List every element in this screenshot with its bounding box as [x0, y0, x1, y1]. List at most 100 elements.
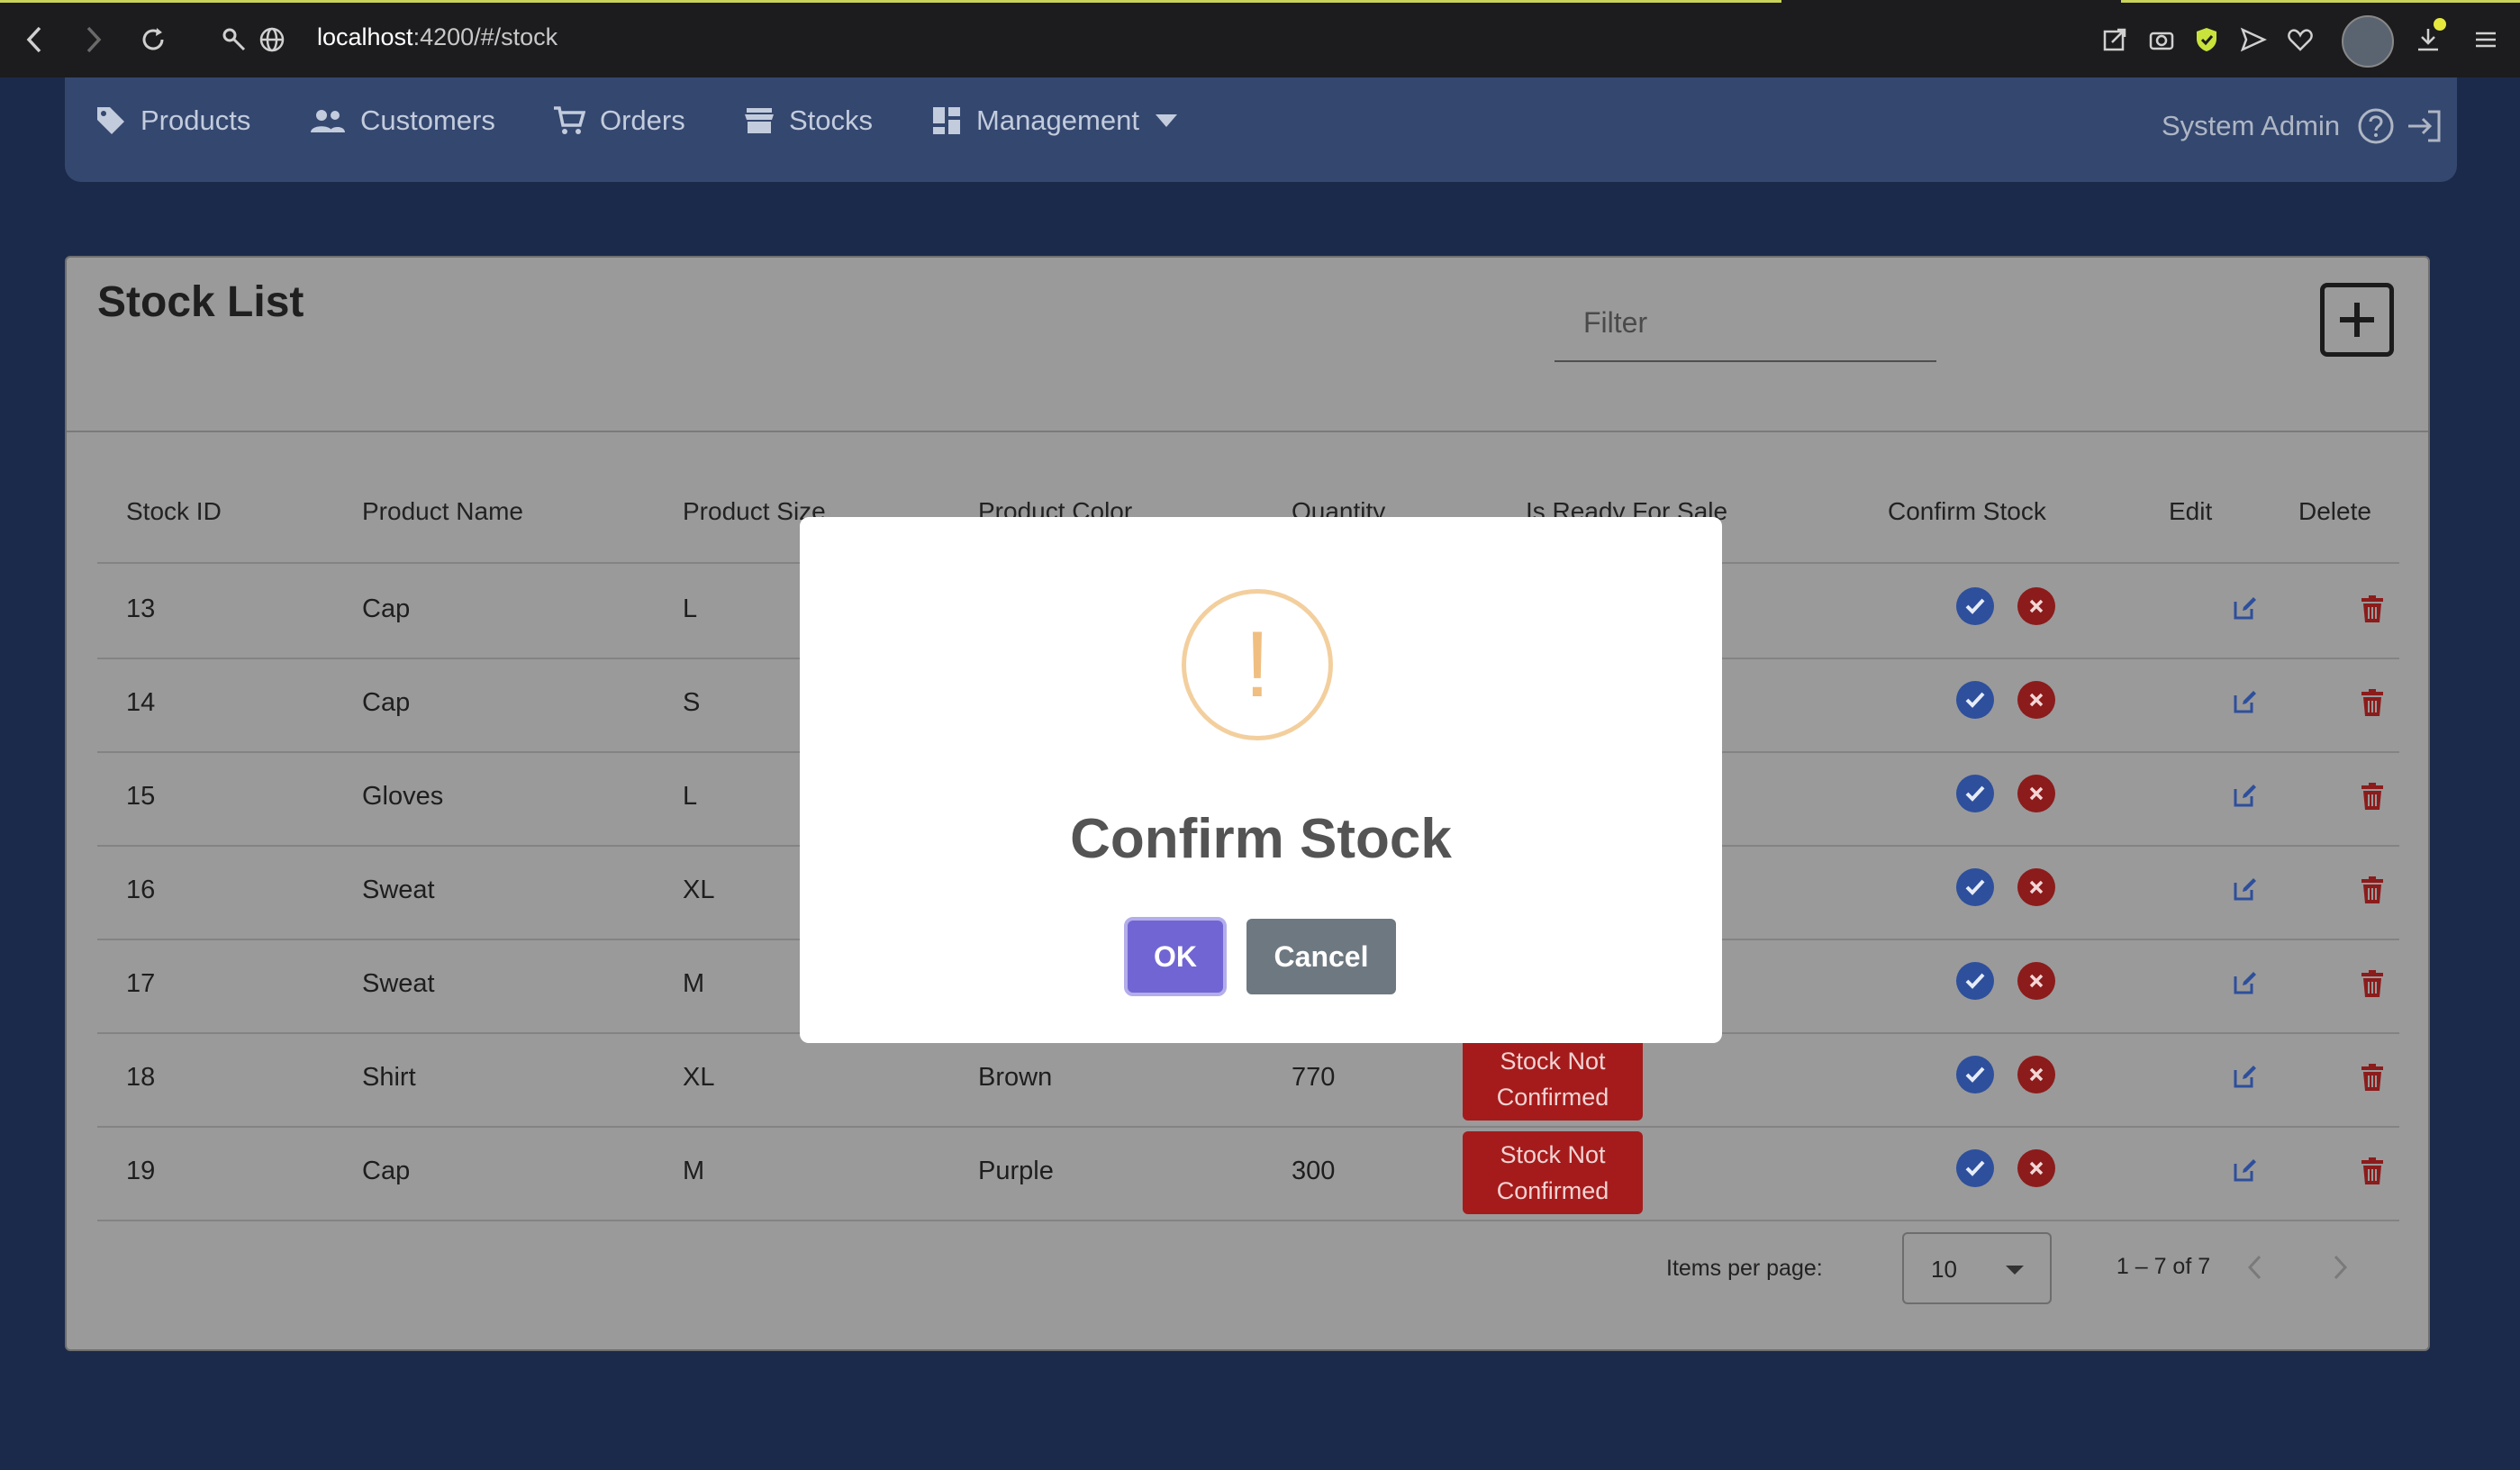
- nav-orders[interactable]: Orders: [553, 104, 685, 137]
- reject-x-icon[interactable]: [2017, 775, 2055, 812]
- trash-icon[interactable]: [2360, 782, 2385, 811]
- reload-icon[interactable]: [135, 22, 171, 58]
- edit-icon[interactable]: [2232, 1063, 2259, 1090]
- confirm-check-icon[interactable]: [1956, 775, 1994, 812]
- trash-icon[interactable]: [2360, 688, 2385, 717]
- ok-button[interactable]: OK: [1124, 917, 1227, 996]
- cell-product-size: XL: [683, 876, 715, 904]
- current-user: System Admin: [2162, 110, 2341, 141]
- trash-icon[interactable]: [2360, 876, 2385, 904]
- cell-product-size: L: [683, 594, 698, 623]
- cell-product-name: Cap: [362, 594, 411, 623]
- confirm-check-icon[interactable]: [1956, 868, 1994, 906]
- confirm-check-icon[interactable]: [1956, 681, 1994, 719]
- cell-stock-id: 14: [126, 688, 156, 717]
- nav-products-label: Products: [141, 104, 251, 136]
- reject-x-icon[interactable]: [2017, 681, 2055, 719]
- store-icon: [745, 108, 774, 133]
- col-header-stock-id[interactable]: Stock ID: [126, 497, 222, 526]
- confirm-check-icon[interactable]: [1956, 587, 1994, 625]
- loading-indicator: [2121, 0, 2520, 3]
- trash-icon[interactable]: [2360, 1157, 2385, 1185]
- status-badge: Stock Not Confirmed: [1463, 1131, 1643, 1214]
- globe-icon[interactable]: [254, 22, 290, 58]
- cell-stock-id: 17: [126, 969, 156, 998]
- share-icon[interactable]: [2097, 22, 2133, 58]
- dashboard-icon: [933, 107, 960, 134]
- profile-avatar[interactable]: [2342, 15, 2394, 68]
- nav-products[interactable]: Products: [95, 104, 250, 137]
- url-host: localhost: [317, 23, 413, 50]
- cancel-button[interactable]: Cancel: [1246, 919, 1396, 994]
- edit-icon[interactable]: [2232, 688, 2259, 715]
- divider: [67, 431, 2428, 432]
- help-icon[interactable]: [2356, 106, 2396, 150]
- next-page-button[interactable]: [2318, 1245, 2363, 1290]
- filter-field[interactable]: [1555, 285, 1936, 362]
- logout-icon[interactable]: [2405, 106, 2444, 150]
- confirm-check-icon[interactable]: [1956, 1056, 1994, 1093]
- send-icon[interactable]: [2235, 22, 2271, 58]
- col-header-edit: Edit: [2169, 497, 2213, 525]
- cell-product-name: Sweat: [362, 876, 435, 904]
- items-per-page-label: Items per page:: [1666, 1256, 1823, 1281]
- cell-product-size: M: [683, 1157, 705, 1185]
- trash-icon[interactable]: [2360, 969, 2385, 998]
- chevron-right-icon: [2334, 1255, 2348, 1280]
- reject-x-icon[interactable]: [2017, 1056, 2055, 1093]
- forward-icon[interactable]: [76, 22, 112, 58]
- confirm-dialog: ! Confirm Stock OK Cancel: [800, 517, 1722, 1043]
- cell-stock-id: 19: [126, 1157, 156, 1185]
- download-icon[interactable]: [2410, 22, 2446, 58]
- nav-stocks-label: Stocks: [789, 104, 874, 136]
- edit-icon[interactable]: [2232, 1157, 2259, 1184]
- col-header-delete: Delete: [2298, 497, 2371, 525]
- edit-icon[interactable]: [2232, 876, 2259, 903]
- plus-icon: [2340, 303, 2374, 337]
- edit-icon[interactable]: [2232, 782, 2259, 809]
- col-header-confirm-stock: Confirm Stock: [1888, 497, 2046, 525]
- cell-product-name: Shirt: [362, 1063, 416, 1092]
- warning-icon: !: [1182, 589, 1333, 740]
- reject-x-icon[interactable]: [2017, 587, 2055, 625]
- camera-icon[interactable]: [2144, 22, 2180, 58]
- cell-product-size: XL: [683, 1063, 715, 1092]
- reject-x-icon[interactable]: [2017, 962, 2055, 1000]
- nav-management[interactable]: Management: [931, 104, 1179, 137]
- edit-icon[interactable]: [2232, 594, 2259, 622]
- page-size-value: 10: [1931, 1256, 1957, 1283]
- cell-product-size: M: [683, 969, 705, 998]
- items-per-page-select[interactable]: 10: [1902, 1232, 2052, 1304]
- edit-icon[interactable]: [2232, 969, 2259, 996]
- cell-stock-id: 15: [126, 782, 156, 811]
- browser-toolbar: localhost:4200/#/stock: [0, 0, 2520, 77]
- cell-stock-id: 16: [126, 876, 156, 904]
- url-path: :4200/#/stock: [412, 23, 558, 50]
- heart-icon[interactable]: [2282, 22, 2318, 58]
- table-row: 18 Shirt XL Brown 770 Stock Not Confirmed: [97, 1032, 2399, 1128]
- col-header-product-name[interactable]: Product Name: [362, 497, 523, 526]
- cell-product-name: Gloves: [362, 782, 444, 811]
- status-badge: Stock Not Confirmed: [1463, 1038, 1643, 1121]
- confirm-check-icon[interactable]: [1956, 1149, 1994, 1187]
- menu-icon[interactable]: [2468, 22, 2504, 58]
- cell-product-size: L: [683, 782, 698, 811]
- address-bar[interactable]: localhost:4200/#/stock: [317, 23, 557, 51]
- nav-customers[interactable]: Customers: [310, 104, 495, 137]
- previous-page-button[interactable]: [2232, 1245, 2277, 1290]
- trash-icon[interactable]: [2360, 1063, 2385, 1092]
- cell-product-color: Brown: [978, 1063, 1053, 1092]
- trash-icon[interactable]: [2360, 594, 2385, 623]
- filter-input[interactable]: [1555, 285, 1936, 360]
- add-stock-button[interactable]: [2320, 283, 2394, 357]
- key-icon[interactable]: [216, 22, 252, 58]
- reject-x-icon[interactable]: [2017, 868, 2055, 906]
- nav-stocks[interactable]: Stocks: [744, 104, 873, 137]
- app-navbar: Products Customers Orders Stocks Managem…: [65, 77, 2457, 182]
- cell-quantity: 300: [1292, 1157, 1336, 1185]
- confirm-check-icon[interactable]: [1956, 962, 1994, 1000]
- reject-x-icon[interactable]: [2017, 1149, 2055, 1187]
- dialog-title: Confirm Stock: [1070, 808, 1452, 870]
- back-icon[interactable]: [16, 22, 52, 58]
- shield-icon[interactable]: [2189, 22, 2225, 58]
